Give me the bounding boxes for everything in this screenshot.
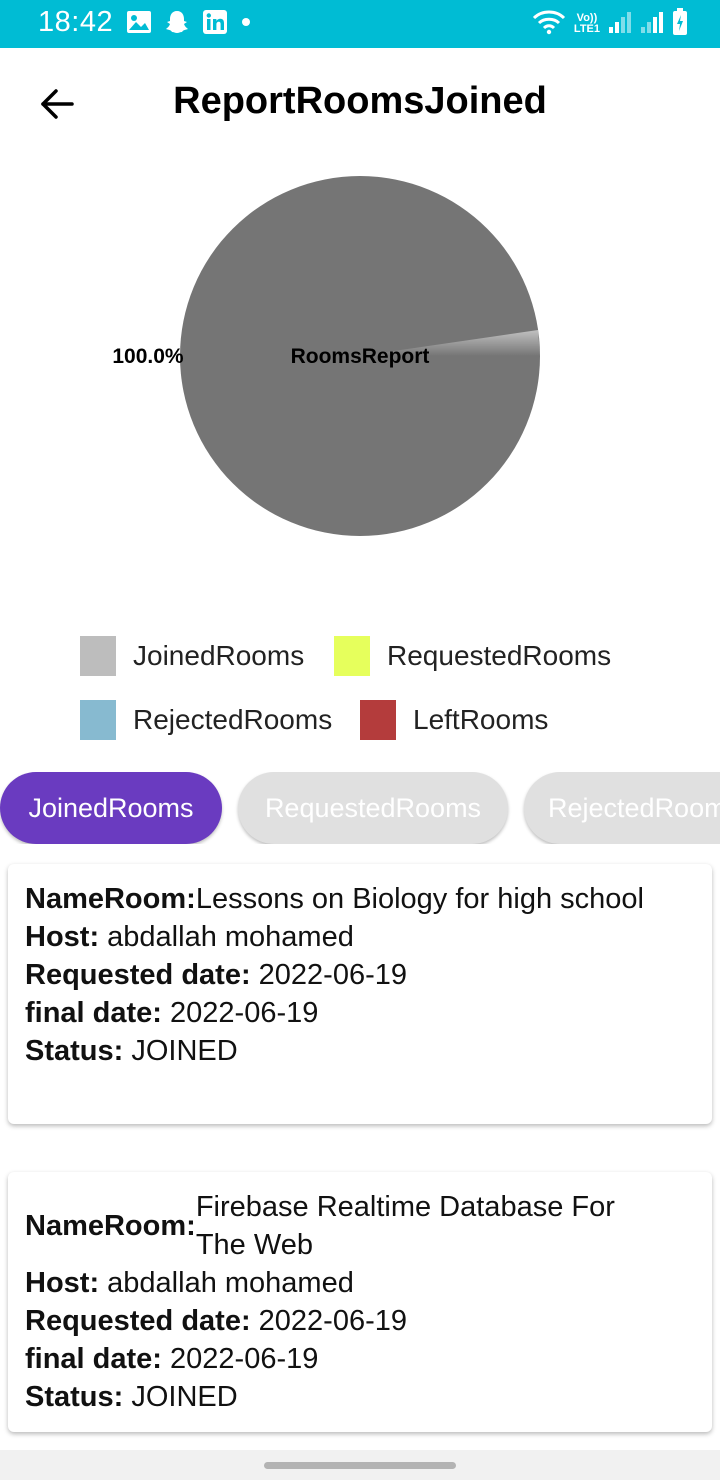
room-card[interactable]: NameRoom: Lessons on Biology for high sc…	[8, 864, 712, 1124]
legend-swatch	[360, 700, 396, 740]
requested-date-label: Requested date:	[25, 959, 251, 991]
requested-date-row: Requested date: 2022-06-19	[25, 1302, 695, 1340]
name-room-label: NameRoom:	[25, 883, 196, 915]
lte-text: LTE1	[573, 23, 600, 35]
room-card[interactable]: NameRoom: Firebase Realtime Database For…	[8, 1172, 712, 1432]
tab-joined-rooms[interactable]: JoinedRooms	[0, 772, 222, 844]
host-label: Host:	[25, 1267, 100, 1299]
status-row: Status: JOINED	[25, 1378, 695, 1416]
legend-swatch	[80, 700, 116, 740]
home-gesture-handle[interactable]	[264, 1462, 456, 1469]
name-room-row: NameRoom: Lessons on Biology for high sc…	[25, 880, 695, 918]
battery-icon	[672, 7, 688, 41]
final-date-row: final date: 2022-06-19	[25, 994, 695, 1032]
pie-chart-svg: RoomsReport 100.0%	[112, 176, 540, 536]
status-label: Status:	[25, 1381, 124, 1413]
signal-1-icon	[608, 10, 632, 39]
status-right-icons: Vo)) LTE1	[532, 7, 688, 41]
tab-requested-rooms[interactable]: RequestedRooms	[238, 772, 508, 844]
final-date-label: final date:	[25, 1343, 162, 1375]
linkedin-icon	[202, 9, 228, 40]
page-title: ReportRoomsJoined	[173, 80, 547, 122]
status-left-icons	[126, 9, 252, 40]
legend-label: JoinedRooms	[133, 640, 305, 671]
requested-date-value: 2022-06-19	[258, 1305, 408, 1337]
legend-item-left: LeftRooms	[360, 700, 548, 740]
system-nav-bar	[0, 1450, 720, 1480]
legend-label: RequestedRooms	[387, 640, 612, 671]
final-date-value: 2022-06-19	[170, 997, 319, 1029]
status-label: Status:	[25, 1035, 124, 1067]
host-value: abdallah mohamed	[107, 1267, 354, 1299]
legend-swatch	[334, 636, 370, 676]
host-row: Host: abdallah mohamed	[25, 918, 695, 956]
name-room-row: NameRoom: Firebase Realtime Database For…	[25, 1188, 695, 1264]
image-icon	[126, 10, 152, 39]
final-date-value: 2022-06-19	[170, 1343, 319, 1375]
requested-date-row: Requested date: 2022-06-19	[25, 956, 695, 994]
wifi-icon	[532, 9, 566, 40]
dot-icon	[240, 15, 252, 33]
status-value: JOINED	[131, 1035, 238, 1067]
tab-rejected-rooms[interactable]: RejectedRooms	[524, 772, 720, 844]
status-row: Status: JOINED	[25, 1032, 695, 1070]
status-bar: 18:42 Vo)) LTE1	[0, 0, 720, 48]
legend-item-rejected: RejectedRooms	[80, 700, 332, 740]
legend-label: RejectedRooms	[133, 704, 333, 735]
chart-legend: JoinedRooms RequestedRooms RejectedRooms…	[0, 620, 720, 760]
volte-lte-icon: Vo)) LTE1	[574, 13, 600, 35]
name-room-value: Lessons on Biology for high school	[195, 883, 644, 915]
room-card-content: NameRoom: Firebase Realtime Database For…	[25, 1188, 695, 1416]
legend-item-requested: RequestedRooms	[334, 636, 611, 676]
room-card-content: NameRoom: Lessons on Biology for high sc…	[25, 880, 695, 1070]
pie-slice-label: 100.0%	[112, 345, 184, 368]
host-row: Host: abdallah mohamed	[25, 1264, 695, 1302]
chart-center-title: RoomsReport	[291, 345, 430, 368]
name-room-label: NameRoom:	[25, 1210, 196, 1242]
legend-label: LeftRooms	[413, 704, 549, 735]
room-status-tabs: JoinedRooms RequestedRooms RejectedRooms	[0, 772, 720, 844]
app-bar: ReportRoomsJoined	[0, 48, 720, 160]
host-label: Host:	[25, 921, 100, 953]
name-room-value: Firebase Realtime Database For The Web	[195, 1191, 615, 1261]
snapchat-icon	[164, 9, 190, 40]
legend-item-joined: JoinedRooms	[80, 636, 304, 676]
status-time: 18:42	[38, 6, 114, 38]
requested-date-value: 2022-06-19	[258, 959, 408, 991]
requested-date-label: Requested date:	[25, 1305, 251, 1337]
host-value: abdallah mohamed	[107, 921, 354, 953]
legend-swatch	[80, 636, 116, 676]
pie-chart: RoomsReport 100.0%	[0, 160, 720, 620]
final-date-row: final date: 2022-06-19	[25, 1340, 695, 1378]
status-value: JOINED	[131, 1381, 238, 1413]
signal-2-icon	[640, 10, 664, 39]
final-date-label: final date:	[25, 997, 162, 1029]
